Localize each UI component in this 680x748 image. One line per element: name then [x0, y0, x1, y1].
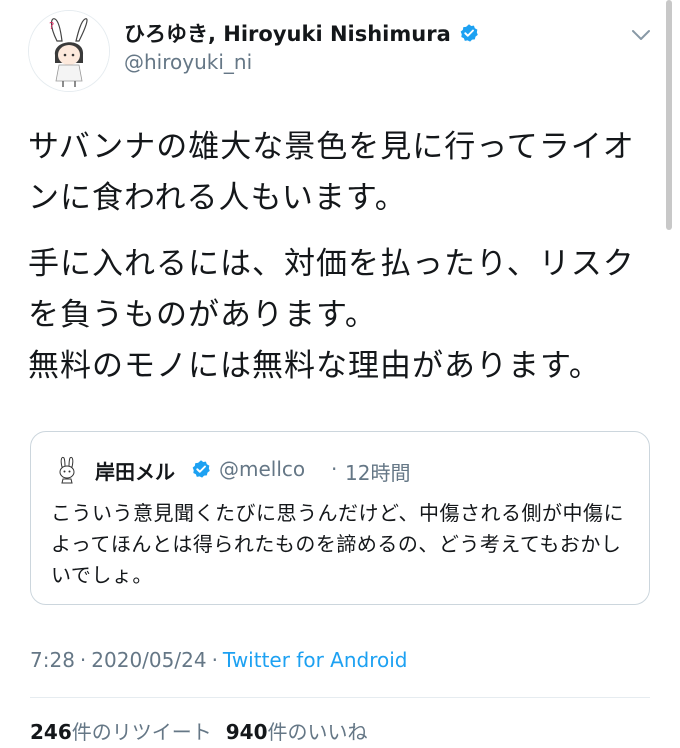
quoted-tweet-text: こういう意見聞くたびに思うんだけど、中傷される側が中傷によってほんとは得られたも…: [51, 501, 624, 587]
quoted-timestamp[interactable]: 12時間: [345, 457, 410, 486]
likes-label: 件のいいね: [267, 720, 368, 744]
svg-text:?: ?: [49, 21, 54, 32]
tweet-stats: 246件のリツイート 940件のいいね: [30, 716, 368, 745]
retweets-label: 件のリツイート: [71, 720, 212, 744]
tweet-date[interactable]: 2020/05/24: [91, 648, 206, 672]
quoted-tweet[interactable]: 岸田メル @mellco · 12時間 こういう意見聞くたびに思うんだけど、中傷…: [30, 431, 650, 605]
separator-dot: ·: [331, 457, 338, 481]
quoted-author-handle[interactable]: @mellco: [219, 457, 305, 481]
tweet-paragraph: 手に入れるには、対価を払ったり、リスクを負うものがあります。 無料のモノには無料…: [28, 246, 635, 384]
quoted-author-name[interactable]: 岸田メル: [95, 456, 175, 485]
tweet-paragraph: サバンナの雄大な景色を見に行ってライオンに食われる人もいます。: [28, 129, 635, 216]
verified-badge-icon: [191, 459, 211, 479]
likes-count: 940: [225, 720, 268, 744]
tweet-source-link[interactable]: Twitter for Android: [223, 648, 408, 672]
author-avatar[interactable]: ?: [28, 10, 110, 92]
separator-dot: ·: [79, 648, 87, 672]
author-name[interactable]: ひろゆき, Hiroyuki Nishimura: [124, 18, 479, 48]
tweet-time[interactable]: 7:28: [30, 648, 75, 672]
verified-badge-icon: [459, 23, 479, 43]
separator-dot: ·: [211, 648, 218, 672]
tweet-meta: 7:28 · 2020/05/24 · Twitter for Android: [30, 648, 408, 672]
author-name-text[interactable]: ひろゆき, Hiroyuki Nishimura: [124, 18, 451, 48]
likes-stat[interactable]: 940件のいいね: [226, 720, 368, 744]
tweet-text: サバンナの雄大な景色を見に行ってライオンに食われる人もいます。 手に入れるには、…: [28, 122, 658, 392]
retweets-stat[interactable]: 246件のリツイート: [30, 720, 212, 744]
scrollbar[interactable]: [666, 0, 672, 230]
quoted-author-avatar[interactable]: [52, 454, 82, 484]
author-handle[interactable]: @hiroyuki_ni: [124, 50, 252, 74]
retweets-count: 246: [30, 720, 72, 744]
chevron-down-icon[interactable]: [628, 22, 654, 48]
divider: [30, 697, 650, 698]
